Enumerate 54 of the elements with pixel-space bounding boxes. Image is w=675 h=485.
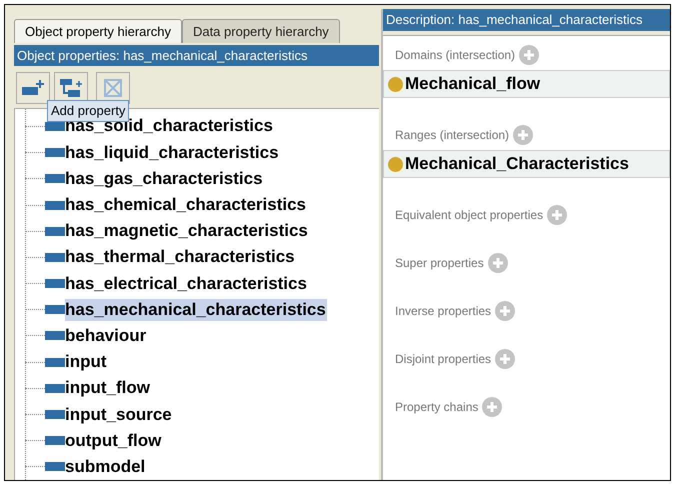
- add-icon[interactable]: [482, 397, 502, 417]
- property-icon: [45, 200, 65, 210]
- property-icon: [45, 174, 65, 184]
- tree-item[interactable]: behaviour: [65, 324, 148, 347]
- property-icon: [45, 410, 65, 420]
- property-icon: [45, 226, 65, 236]
- section-label: Super properties: [395, 255, 484, 272]
- property-icon: [45, 122, 65, 131]
- property-icon: [45, 462, 65, 472]
- section-label: Ranges (intersection): [395, 127, 510, 144]
- add-icon[interactable]: [547, 205, 568, 225]
- section-label: Equivalent object properties: [395, 207, 544, 224]
- section-label: Domains (intersection): [395, 47, 516, 64]
- add-sibling-icon: [22, 80, 44, 96]
- tree-item[interactable]: input_flow: [65, 377, 151, 400]
- tree-item[interactable]: has_magnetic_characteristics: [65, 220, 309, 242]
- tooltip: Add property: [47, 100, 130, 122]
- property-icon: [45, 305, 65, 314]
- property-icon: [45, 279, 65, 288]
- add-icon[interactable]: [495, 301, 516, 321]
- tree-item[interactable]: input: [65, 351, 108, 374]
- property-icon: [45, 436, 65, 446]
- tree-item[interactable]: has_mechanical_characteristics: [65, 298, 327, 321]
- add-icon[interactable]: [519, 45, 540, 65]
- tree-item[interactable]: input_source: [65, 404, 173, 426]
- entity-row[interactable]: Mechanical_Characteristics: [383, 150, 670, 178]
- property-icon: [45, 148, 65, 158]
- property-icon: [45, 358, 65, 367]
- add-icon[interactable]: [495, 349, 516, 369]
- entity-row[interactable]: Mechanical_flow: [383, 70, 670, 98]
- add-property-button[interactable]: [16, 72, 50, 104]
- section-label: Inverse properties: [395, 303, 492, 320]
- delete-icon: [103, 78, 123, 98]
- tab[interactable]: Data property hierarchy: [182, 19, 340, 43]
- section-label: Disjoint properties: [395, 351, 492, 368]
- add-icon[interactable]: [513, 125, 534, 145]
- tree-item[interactable]: has_chemical_characteristics: [65, 194, 307, 216]
- tree-item[interactable]: submodel: [65, 456, 146, 478]
- property-icon: [45, 252, 65, 262]
- tree-item[interactable]: output_flow: [65, 430, 162, 452]
- panel-header: Description: has_mechanical_characteristics: [383, 9, 670, 31]
- entity-label: Mechanical_Characteristics: [405, 153, 629, 176]
- section-label: Property chains: [395, 399, 478, 416]
- property-icon: [45, 331, 65, 340]
- entity-label: Mechanical_flow: [405, 73, 540, 96]
- tree-item[interactable]: has_electrical_characteristics: [65, 272, 308, 295]
- add-child-icon: [59, 78, 83, 98]
- panel-header: Object properties: has_mechanical_characteristics: [14, 45, 379, 66]
- tree-item[interactable]: has_gas_characteristics: [65, 168, 264, 190]
- tree-item[interactable]: has_liquid_characteristics: [65, 142, 280, 164]
- tab[interactable]: Object property hierarchy: [14, 19, 182, 43]
- add-icon[interactable]: [488, 253, 508, 273]
- tree-item[interactable]: has_thermal_characteristics: [65, 246, 296, 268]
- property-icon: [45, 384, 65, 393]
